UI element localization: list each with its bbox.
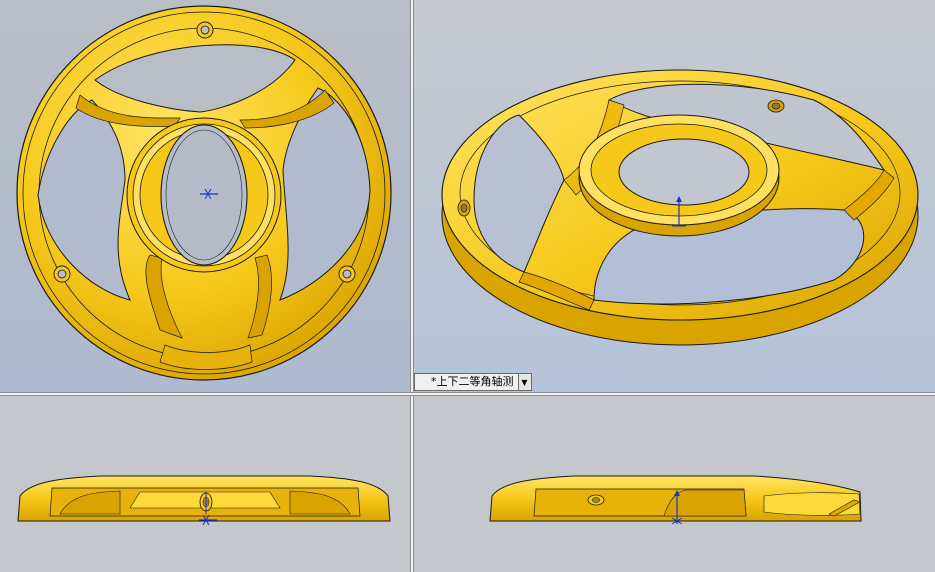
wheel-part-front[interactable] xyxy=(16,5,392,381)
front-view-canvas[interactable] xyxy=(0,0,410,392)
wheel-part-right[interactable] xyxy=(489,475,862,522)
top-viewport[interactable] xyxy=(0,396,410,572)
front-viewport[interactable] xyxy=(0,0,410,392)
isometric-viewport[interactable] xyxy=(414,0,935,392)
chevron-down-icon[interactable]: ▼ xyxy=(517,374,531,390)
vertical-viewport-splitter[interactable] xyxy=(410,0,414,572)
wheel-part-isometric[interactable] xyxy=(441,69,919,346)
right-viewport[interactable] xyxy=(414,396,935,572)
view-orientation-dropdown[interactable]: *上下二等角轴测 ▼ xyxy=(414,373,532,391)
viewport-grid: *上下二等角轴测 ▼ xyxy=(0,0,935,572)
view-orientation-label: *上下二等角轴测 xyxy=(431,375,514,388)
top-view-canvas[interactable] xyxy=(0,396,410,572)
horizontal-viewport-splitter[interactable] xyxy=(0,392,935,396)
isometric-view-canvas[interactable] xyxy=(414,0,935,392)
right-view-canvas[interactable] xyxy=(414,396,935,572)
wheel-part-top[interactable] xyxy=(17,475,391,522)
